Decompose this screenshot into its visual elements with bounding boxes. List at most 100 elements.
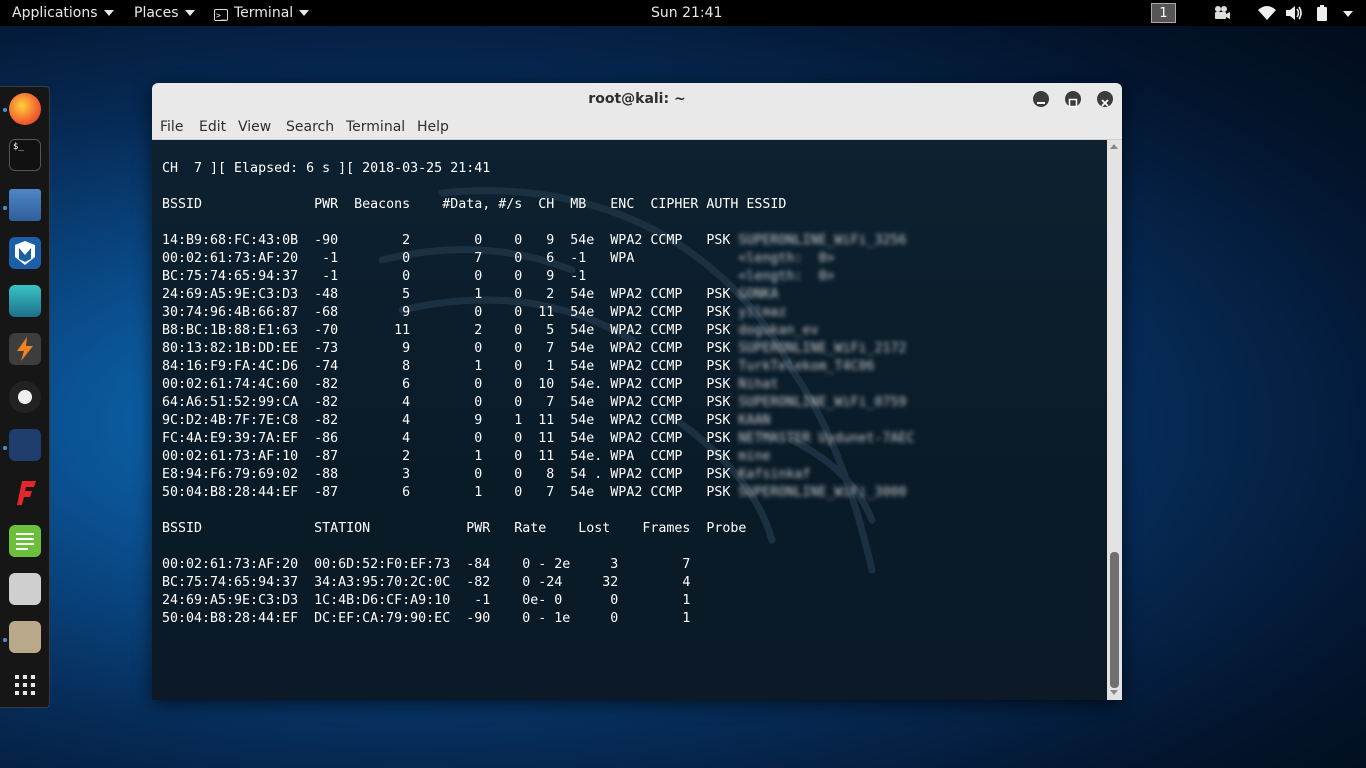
ap-row-text: B8:BC:1B:88:E1:63 -70 11 2 0 5 54e WPA2 … bbox=[162, 323, 739, 338]
ap-row-text: E8:94:F6:79:69:02 -88 3 0 0 8 54 . WPA2 … bbox=[162, 467, 739, 482]
ap-row-essid: mine bbox=[738, 449, 771, 464]
ap-row-text: 64:A6:51:52:99:CA -82 4 0 0 7 54e WPA2 C… bbox=[162, 395, 739, 410]
ap-row-essid: KAAN bbox=[738, 413, 771, 428]
app-grid-icon[interactable] bbox=[9, 669, 41, 701]
maximize-button[interactable] bbox=[1065, 91, 1081, 108]
battery-icon[interactable] bbox=[1312, 4, 1332, 22]
armitage-icon[interactable] bbox=[9, 285, 41, 317]
ap-row-essid: GONKA bbox=[738, 287, 779, 302]
ap-row-text: 50:04:B8:28:44:EF -87 6 1 0 7 54e WPA2 C… bbox=[162, 485, 739, 500]
scroll-up-icon[interactable] bbox=[1110, 144, 1118, 149]
window-titlebar[interactable]: root@kali: ~ bbox=[152, 83, 1122, 115]
workspace-indicator[interactable]: 1 bbox=[1151, 3, 1176, 23]
menu-file[interactable]: File bbox=[160, 117, 183, 137]
leafpad-icon[interactable] bbox=[9, 525, 41, 557]
ap-row: 80:13:82:1B:DD:EE -73 9 0 0 7 54e WPA2 C… bbox=[162, 340, 915, 358]
ap-row: E8:94:F6:79:69:02 -88 3 0 0 8 54 . WPA2 … bbox=[162, 466, 915, 484]
ap-row: 00:02:61:74:4C:60 -82 6 0 0 10 54e. WPA2… bbox=[162, 376, 915, 394]
ap-row-text: 00:02:61:73:AF:20 -1 0 7 0 6 -1 WPA bbox=[162, 251, 739, 266]
ap-row-text: 30:74:96:4B:66:87 -68 9 0 0 11 54e WPA2 … bbox=[162, 305, 739, 320]
ap-row: 14:B9:68:FC:43:0B -90 2 0 0 9 54e WPA2 C… bbox=[162, 232, 915, 250]
airodump-output: CH 7 ][ Elapsed: 6 s ][ 2018-03-25 21:41… bbox=[162, 160, 915, 628]
ap-row: 24:69:A5:9E:C3:D3 -48 5 1 0 2 54e WPA2 C… bbox=[162, 286, 915, 304]
close-icon bbox=[1101, 99, 1109, 107]
applications-menu[interactable]: Applications bbox=[12, 0, 114, 26]
video-icon[interactable] bbox=[1212, 4, 1232, 22]
ap-row-text: FC:4A:E9:39:7A:EF -86 4 0 0 11 54e WPA2 … bbox=[162, 431, 739, 446]
top-panel: Applications Places >_ Terminal Sun 21:41… bbox=[0, 0, 1366, 26]
ap-row-essid: Kafsinkaf bbox=[738, 467, 811, 482]
ap-row-text: 14:B9:68:FC:43:0B -90 2 0 0 9 54e WPA2 C… bbox=[162, 233, 739, 248]
menu-terminal[interactable]: Terminal bbox=[346, 117, 405, 137]
menu-edit[interactable]: Edit bbox=[199, 117, 226, 137]
settings-icon[interactable] bbox=[9, 573, 41, 605]
ap-row-essid: SUPERONLINE_WiFi_0759 bbox=[738, 395, 907, 410]
firefox-icon[interactable] bbox=[9, 93, 41, 125]
ap-row-text: 84:16:F9:FA:4C:D6 -74 8 1 0 1 54e WPA2 C… bbox=[162, 359, 739, 374]
ap-row-text: 9C:D2:4B:7F:7E:C8 -82 4 9 1 11 54e WPA2 … bbox=[162, 413, 739, 428]
ap-row-text: 80:13:82:1B:DD:EE -73 9 0 0 7 54e WPA2 C… bbox=[162, 341, 739, 356]
menu-search[interactable]: Search bbox=[286, 117, 334, 137]
close-button[interactable] bbox=[1097, 91, 1113, 107]
ap-row: 64:A6:51:52:99:CA -82 4 0 0 7 54e WPA2 C… bbox=[162, 394, 915, 412]
applications-label: Applications bbox=[12, 5, 98, 21]
clock[interactable]: Sun 21:41 bbox=[651, 0, 722, 26]
station-table-header: BSSID STATION PWR Rate Lost Frames Probe bbox=[162, 521, 747, 536]
favorites-dock: $_ bbox=[0, 86, 50, 708]
minimize-icon bbox=[1037, 102, 1045, 104]
ap-row: 00:02:61:73:AF:20 -1 0 7 0 6 -1 WPA <len… bbox=[162, 250, 915, 268]
ap-row: FC:4A:E9:39:7A:EF -86 4 0 0 11 54e WPA2 … bbox=[162, 430, 915, 448]
ap-row-text: 24:69:A5:9E:C3:D3 -48 5 1 0 2 54e WPA2 C… bbox=[162, 287, 739, 302]
ap-row: 9C:D2:4B:7F:7E:C8 -82 4 9 1 11 54e WPA2 … bbox=[162, 412, 915, 430]
station-row: 00:02:61:73:AF:20 00:6D:52:F0:EF:73 -84 … bbox=[162, 557, 691, 572]
metasploit-icon[interactable] bbox=[9, 237, 41, 269]
station-row: 50:04:B8:28:44:EF DC:EF:CA:79:90:EC -90 … bbox=[162, 611, 691, 626]
menu-bar: File Edit View Search Terminal Help bbox=[152, 115, 1122, 140]
scrollbar-thumb[interactable] bbox=[1110, 552, 1119, 688]
ap-row-essid: dogukan_ev bbox=[738, 323, 819, 338]
ap-row-essid: SUPERONLINE_WiFi_3000 bbox=[738, 485, 907, 500]
running-indicator bbox=[3, 108, 7, 112]
ap-row-text: BC:75:74:65:94:37 -1 0 0 0 9 -1 bbox=[162, 269, 739, 284]
ap-row-essid: TurkTelekom_T4C06 bbox=[738, 359, 875, 374]
station-row: 24:69:A5:9E:C3:D3 1C:4B:D6:CF:A9:10 -1 0… bbox=[162, 593, 691, 608]
ap-row-essid: NETMASTER Uydunet-7AEC bbox=[738, 431, 915, 446]
faraday-icon[interactable] bbox=[9, 477, 41, 509]
ap-row: 84:16:F9:FA:4C:D6 -74 8 1 0 1 54e WPA2 C… bbox=[162, 358, 915, 376]
menu-view[interactable]: View bbox=[238, 117, 271, 137]
ap-table-header: BSSID PWR Beacons #Data, #/s CH MB ENC C… bbox=[162, 197, 787, 212]
wifi-icon[interactable] bbox=[1257, 4, 1277, 22]
chevron-down-icon bbox=[299, 10, 310, 16]
power-menu-icon[interactable] bbox=[1338, 4, 1358, 22]
terminal-icon[interactable]: $_ bbox=[9, 139, 41, 171]
running-indicator bbox=[3, 206, 7, 210]
ap-row-essid: <length: 0> bbox=[738, 269, 835, 284]
menu-help[interactable]: Help bbox=[417, 117, 449, 137]
volume-icon[interactable] bbox=[1284, 4, 1304, 22]
ap-row: B8:BC:1B:88:E1:63 -70 11 2 0 5 54e WPA2 … bbox=[162, 322, 915, 340]
ap-row: 50:04:B8:28:44:EF -87 6 1 0 7 54e WPA2 C… bbox=[162, 484, 915, 502]
ap-row-text: 00:02:61:73:AF:10 -87 2 1 0 11 54e. WPA … bbox=[162, 449, 739, 464]
terminal-output[interactable]: CH 7 ][ Elapsed: 6 s ][ 2018-03-25 21:41… bbox=[152, 140, 1107, 700]
maximize-icon bbox=[1068, 98, 1078, 108]
minimize-button[interactable] bbox=[1033, 91, 1049, 107]
gimp-icon[interactable] bbox=[9, 621, 41, 653]
files-icon[interactable] bbox=[9, 189, 41, 221]
burpsuite-icon[interactable] bbox=[9, 333, 41, 365]
ap-row-essid: yilmaz bbox=[738, 305, 787, 320]
terminal-app-menu[interactable]: >_ Terminal bbox=[214, 0, 310, 26]
ap-row: BC:75:74:65:94:37 -1 0 0 0 9 -1 <length:… bbox=[162, 268, 915, 286]
station-row: BC:75:74:65:94:37 34:A3:95:70:2C:0C -82 … bbox=[162, 575, 691, 590]
beef-icon[interactable] bbox=[9, 429, 41, 461]
ap-row-essid: SUPERONLINE_WiFi_2172 bbox=[738, 341, 907, 356]
scrollbar[interactable] bbox=[1107, 140, 1122, 700]
scroll-down-icon[interactable] bbox=[1110, 690, 1118, 695]
ap-row-essid: Nihat bbox=[738, 377, 779, 392]
terminal-icon: >_ bbox=[214, 9, 228, 21]
ap-row: 00:02:61:73:AF:10 -87 2 1 0 11 54e. WPA … bbox=[162, 448, 915, 466]
ap-row-text: 00:02:61:74:4C:60 -82 6 0 0 10 54e. WPA2… bbox=[162, 377, 739, 392]
ap-row-essid: SUPERONLINE_WiFi_3256 bbox=[738, 233, 907, 248]
maltego-icon[interactable] bbox=[9, 381, 41, 413]
ap-row-essid: <length: 0> bbox=[738, 251, 835, 266]
places-menu[interactable]: Places bbox=[134, 0, 195, 26]
